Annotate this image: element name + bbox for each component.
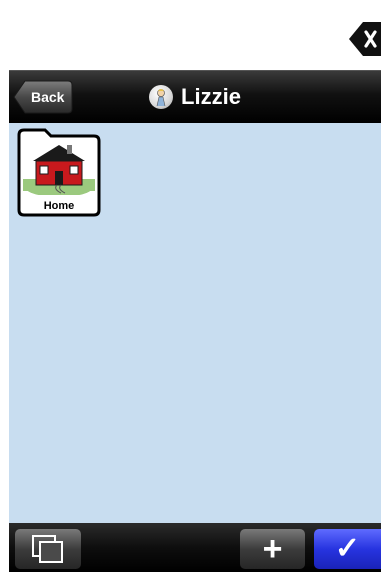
user-avatar-icon	[149, 85, 174, 109]
done-button[interactable]: ✓	[314, 529, 381, 569]
input-bar[interactable]	[9, 0, 381, 71]
house-icon	[23, 145, 95, 195]
board-item-label: Home	[43, 200, 75, 212]
windows-button[interactable]	[15, 529, 81, 569]
add-button[interactable]: +	[240, 529, 305, 569]
bottom-toolbar: + ✓	[9, 523, 381, 572]
page-title: Lizzie	[181, 84, 241, 109]
checkmark-icon: ✓	[334, 532, 361, 565]
title-group: Lizzie	[9, 71, 381, 123]
windows-icon	[32, 535, 63, 563]
app-frame: Back Lizzie Home + ✓	[9, 0, 381, 572]
navigation-bar: Back Lizzie	[9, 70, 381, 123]
clear-button[interactable]	[349, 22, 381, 56]
add-icon: +	[262, 530, 283, 568]
board-item-home[interactable]: Home	[15, 127, 103, 217]
backspace-clear-icon	[349, 22, 381, 56]
